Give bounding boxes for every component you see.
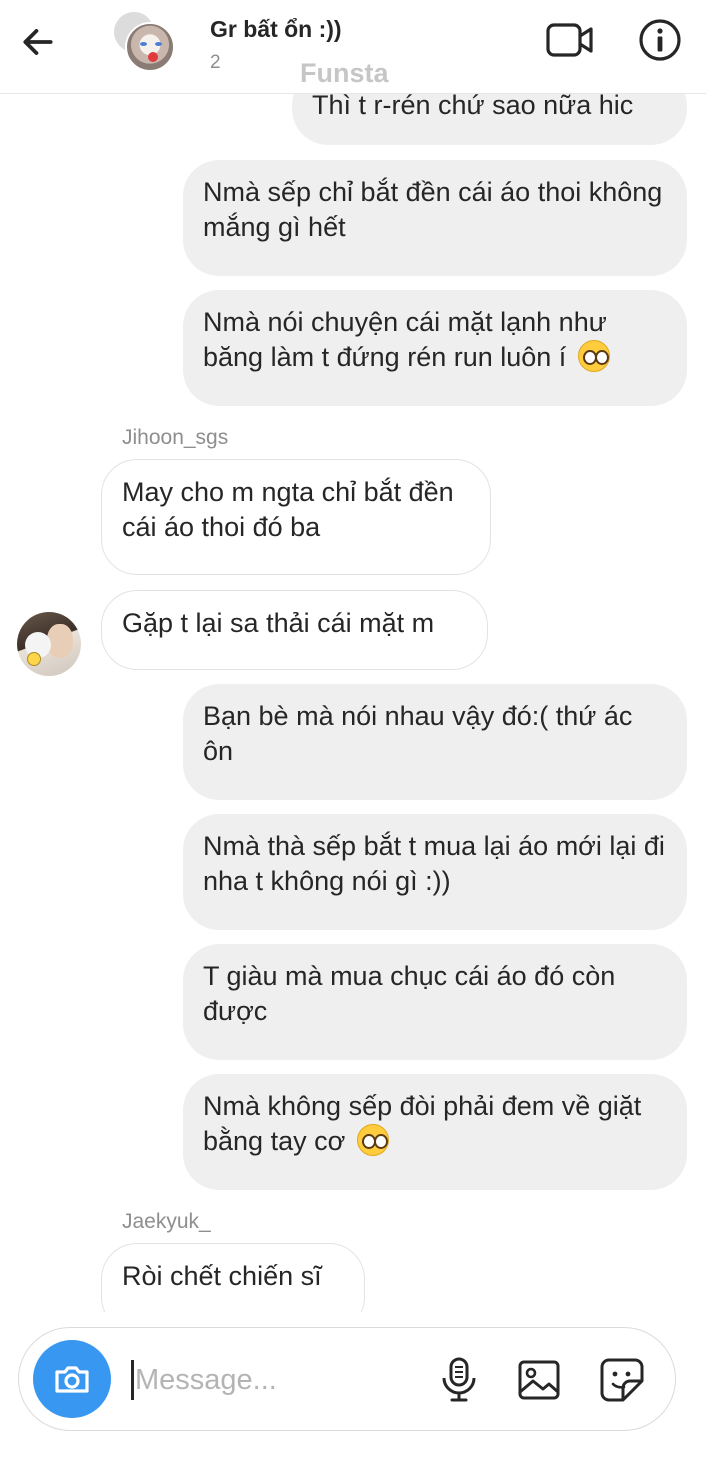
text-cursor <box>131 1360 134 1400</box>
group-avatar[interactable] <box>112 10 182 74</box>
message-bubble-outgoing[interactable]: T giàu mà mua chục cái áo đó còn được <box>183 944 687 1060</box>
message-text: Bạn bè mà nói nhau vậy đó:( thứ ác ôn <box>203 701 633 766</box>
microphone-icon <box>442 1357 476 1402</box>
chat-title[interactable]: Gr bất ổn :)) <box>210 16 342 43</box>
message-composer <box>18 1327 676 1431</box>
sticker-button[interactable] <box>595 1354 649 1406</box>
video-call-button[interactable] <box>542 16 598 64</box>
message-text: Ròi chết chiến sĩ <box>122 1261 322 1291</box>
sender-avatar[interactable] <box>17 612 81 676</box>
message-bubble-outgoing[interactable]: Nmà nói chuyện cái mặt lạnh như băng làm… <box>183 290 687 406</box>
message-text: May cho m ngta chỉ bắt đền cái áo thoi đ… <box>122 477 454 542</box>
arrow-left-icon <box>23 29 53 55</box>
image-icon <box>518 1360 560 1400</box>
member-count: 2 <box>210 52 221 73</box>
sticker-icon <box>600 1358 644 1402</box>
message-text: Nmà không sếp đòi phải đem về giặt bằng … <box>203 1091 642 1156</box>
camera-icon <box>55 1366 89 1393</box>
message-bubble-outgoing[interactable]: Nmà sếp chỉ bắt đền cái áo thoi không mắ… <box>183 160 687 276</box>
message-bubble-outgoing[interactable]: Nmà thà sếp bắt t mua lại áo mới lại đi … <box>183 814 687 930</box>
watermark: Funsta <box>300 58 389 88</box>
message-bubble-outgoing[interactable]: Nmà không sếp đòi phải đem về giặt bằng … <box>183 1074 687 1190</box>
voice-message-button[interactable] <box>433 1354 485 1406</box>
sender-name: Jihoon_sgs <box>122 426 229 449</box>
message-text: Nmà thà sếp bắt t mua lại áo mới lại đi … <box>203 831 665 896</box>
message-bubble-outgoing[interactable]: Bạn bè mà nói nhau vậy đó:( thứ ác ôn <box>183 684 687 800</box>
pleading-face-emoji-icon <box>577 340 610 372</box>
message-text: Nmà nói chuyện cái mặt lạnh như băng làm… <box>203 307 607 372</box>
message-text: T giàu mà mua chục cái áo đó còn được <box>203 961 616 1026</box>
message-bubble-incoming[interactable]: Gặp t lại sa thải cái mặt m <box>101 590 488 670</box>
message-bubble-incoming[interactable]: May cho m ngta chỉ bắt đền cái áo thoi đ… <box>101 459 491 575</box>
sender-name: Jaekyuk_ <box>122 1210 211 1233</box>
info-icon <box>639 19 681 61</box>
message-input[interactable] <box>135 1356 415 1404</box>
message-text: Nmà sếp chỉ bắt đền cái áo thoi không mắ… <box>203 177 663 242</box>
message-text: Gặp t lại sa thải cái mặt m <box>122 608 435 638</box>
message-text: Thì t r-rén chứ sao nữa hic <box>312 90 634 120</box>
message-bubble-incoming[interactable]: Ròi chết chiến sĩ <box>101 1243 365 1312</box>
video-camera-icon <box>546 23 593 57</box>
pleading-face-emoji-icon <box>356 1124 389 1156</box>
info-button[interactable] <box>634 16 686 64</box>
back-button[interactable] <box>14 18 62 66</box>
message-list[interactable]: Thì t r-rén chứ sao nữa hic Nmà sếp chỉ … <box>0 0 706 1312</box>
gallery-button[interactable] <box>513 1354 565 1406</box>
camera-button[interactable] <box>33 1340 111 1418</box>
